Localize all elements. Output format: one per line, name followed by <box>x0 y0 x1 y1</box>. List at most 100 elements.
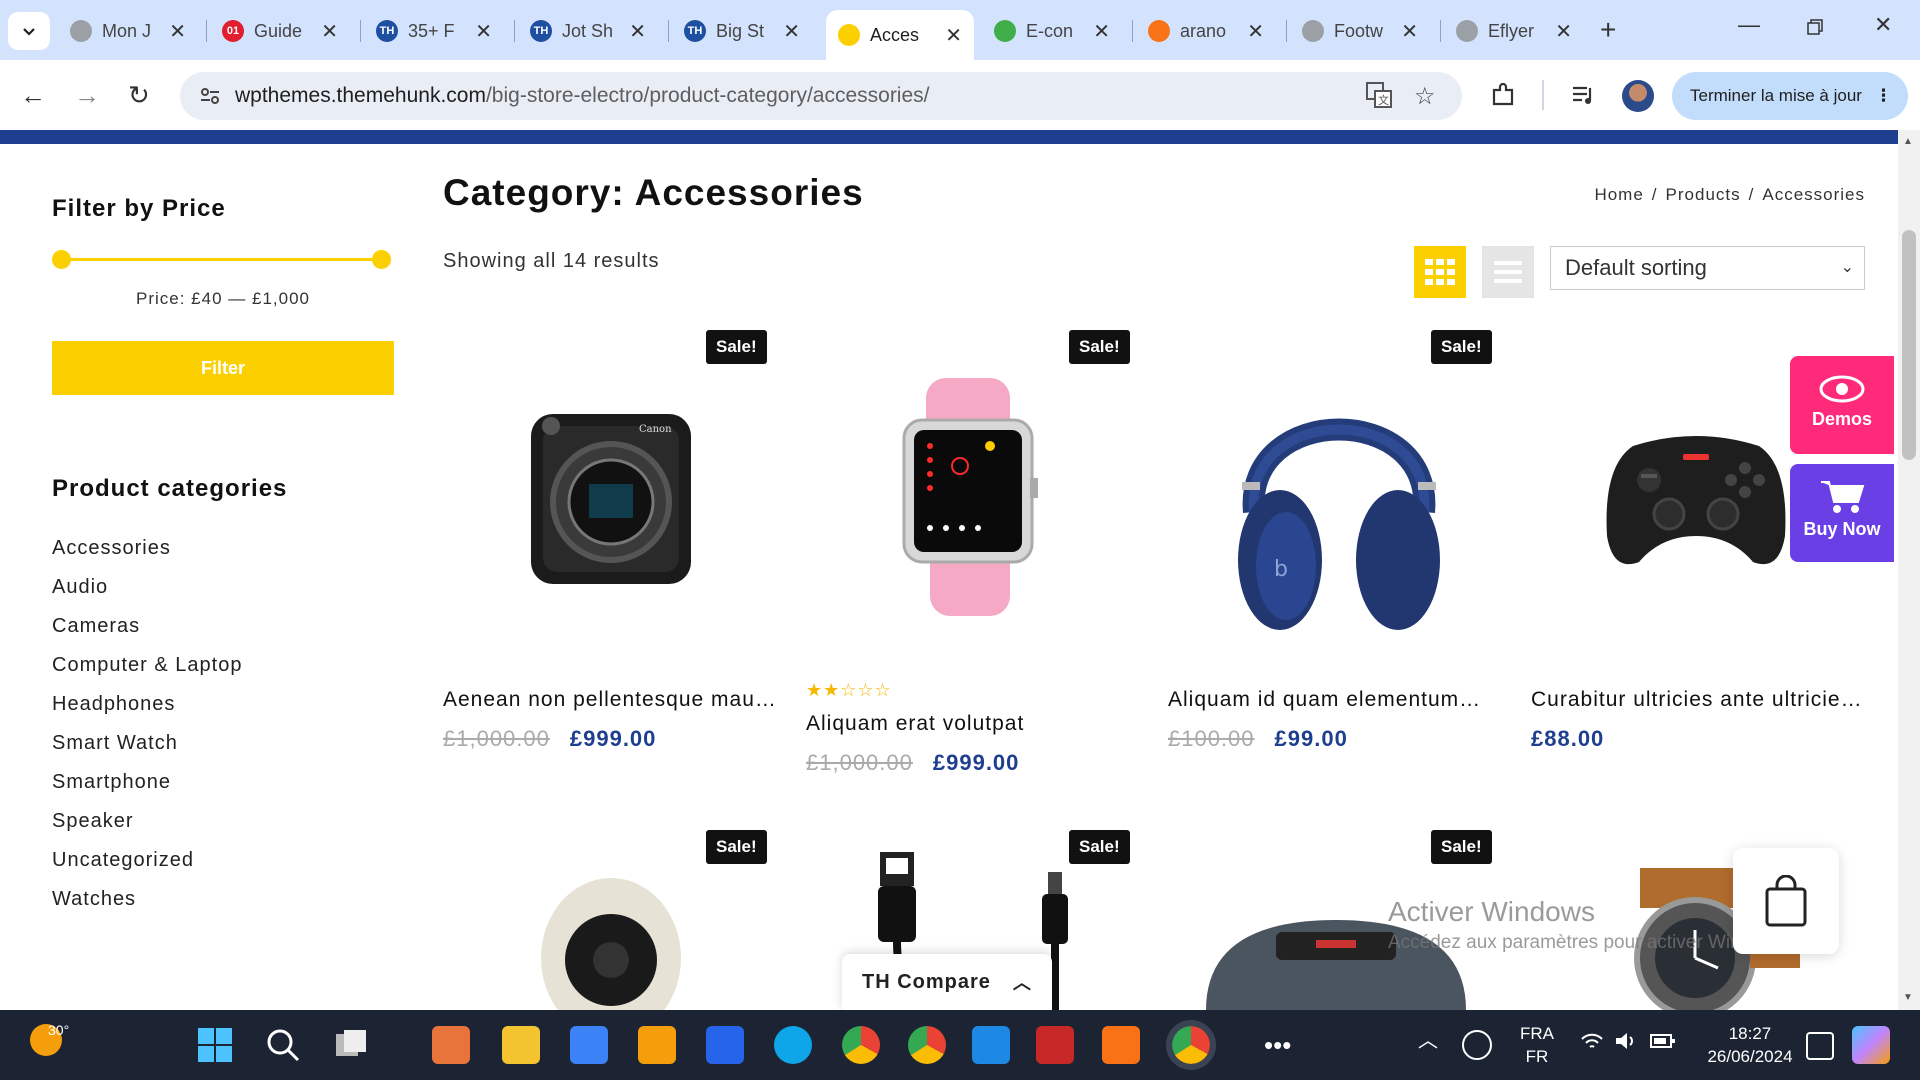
product-name[interactable]: Curabitur ultricies ante ultricie… <box>1531 688 1866 712</box>
close-tab-icon[interactable]: ✕ <box>1247 19 1264 44</box>
category-link[interactable]: Headphones <box>52 693 394 732</box>
tab-search-button[interactable] <box>8 12 50 50</box>
category-link[interactable]: Computer & Laptop <box>52 654 394 693</box>
product-name[interactable]: Aenean non pellentesque mauris <box>443 688 778 712</box>
language-indicator[interactable]: FRA FR <box>1520 1022 1554 1068</box>
scroll-down-icon[interactable]: ▼ <box>1903 992 1913 1003</box>
restore-icon[interactable] <box>1806 16 1824 42</box>
show-hidden-icons[interactable]: ︿ <box>1418 1030 1438 1053</box>
category-link[interactable]: Smart Watch <box>52 732 394 771</box>
close-tab-icon[interactable]: ✕ <box>169 19 186 44</box>
slider-min-handle[interactable] <box>52 250 71 269</box>
profile-avatar[interactable] <box>1622 80 1654 112</box>
browser-tab[interactable]: Mon J ✕ <box>58 10 198 52</box>
weather-widget[interactable]: 30° <box>30 1022 69 1056</box>
product-image[interactable] <box>536 868 686 1010</box>
chrome-icon[interactable] <box>842 1026 880 1064</box>
browser-tab[interactable]: arano ✕ <box>1136 10 1276 52</box>
media-queue-icon[interactable] <box>1570 82 1596 115</box>
menu-dots-icon[interactable]: ⋮ <box>1875 86 1892 106</box>
browser-tab[interactable]: E-con ✕ <box>982 10 1122 52</box>
task-view-icon[interactable] <box>332 1026 370 1064</box>
translate-icon[interactable]: 文 <box>1366 82 1392 115</box>
browser-tab[interactable]: 01 Guide ✕ <box>210 10 350 52</box>
breadcrumb-home[interactable]: Home <box>1594 185 1643 205</box>
start-menu-icon[interactable] <box>196 1026 234 1064</box>
browser-tab[interactable]: Eflyer ✕ <box>1444 10 1584 52</box>
address-bar[interactable]: wpthemes.themehunk.com/big-store-electro… <box>180 72 1462 120</box>
close-tab-icon[interactable]: ✕ <box>629 19 646 44</box>
product-name[interactable]: Aliquam id quam elementum… <box>1168 688 1503 712</box>
browser-tab[interactable]: TH 35+ F ✕ <box>364 10 504 52</box>
app-icon[interactable] <box>432 1026 470 1064</box>
filter-button[interactable]: Filter <box>52 341 394 395</box>
mail-icon[interactable] <box>570 1026 608 1064</box>
site-info-icon[interactable] <box>198 84 222 108</box>
new-tab-button[interactable]: + <box>1600 14 1616 46</box>
pdf-icon[interactable] <box>1102 1026 1140 1064</box>
floating-cart-button[interactable] <box>1733 848 1839 954</box>
grid-view-button[interactable] <box>1414 246 1466 298</box>
minimize-icon[interactable]: — <box>1738 12 1760 38</box>
notifications-icon[interactable] <box>1806 1032 1834 1060</box>
edge-icon[interactable] <box>774 1026 812 1064</box>
more-apps-icon[interactable]: ••• <box>1264 1030 1291 1061</box>
product-image[interactable] <box>890 378 1046 616</box>
close-tab-icon[interactable]: ✕ <box>1555 19 1572 44</box>
reload-icon[interactable]: ↻ <box>128 80 150 111</box>
volume-icon[interactable] <box>1614 1030 1638 1058</box>
browser-tab[interactable]: Acces ✕ <box>826 10 974 60</box>
battery-icon[interactable] <box>1650 1032 1676 1056</box>
page-scrollbar[interactable]: ▲ ▼ <box>1898 130 1920 1010</box>
tab-title: Guide <box>254 20 303 41</box>
product-image[interactable]: b <box>1234 362 1444 638</box>
browser-tab[interactable]: Footw ✕ <box>1290 10 1430 52</box>
copilot-icon[interactable] <box>1852 1026 1890 1064</box>
bookmark-star-icon[interactable]: ☆ <box>1414 82 1436 111</box>
close-window-icon[interactable]: ✕ <box>1874 12 1892 38</box>
compare-toggle[interactable]: TH Compare ︿ <box>842 954 1052 1010</box>
filezilla-icon[interactable] <box>1036 1026 1074 1064</box>
forward-arrow-icon[interactable]: → <box>74 80 100 111</box>
chrome-icon[interactable] <box>908 1026 946 1064</box>
clock[interactable]: 18:27 26/06/2024 <box>1700 1022 1800 1068</box>
scrollbar-thumb[interactable] <box>1902 230 1916 460</box>
chrome-active-icon[interactable] <box>1166 1020 1216 1070</box>
wifi-icon[interactable] <box>1580 1032 1604 1058</box>
category-link[interactable]: Accessories <box>52 537 394 576</box>
close-tab-icon[interactable]: ✕ <box>945 23 962 48</box>
category-link[interactable]: Cameras <box>52 615 394 654</box>
app-icon[interactable] <box>706 1026 744 1064</box>
sync-icon[interactable] <box>1462 1030 1492 1060</box>
close-tab-icon[interactable]: ✕ <box>321 19 338 44</box>
file-explorer-icon[interactable] <box>502 1026 540 1064</box>
scroll-up-icon[interactable]: ▲ <box>1903 136 1913 147</box>
product-image[interactable]: Canon <box>521 404 701 594</box>
slider-max-handle[interactable] <box>372 250 391 269</box>
close-tab-icon[interactable]: ✕ <box>783 19 800 44</box>
category-link[interactable]: Audio <box>52 576 394 615</box>
product-name[interactable]: Aliquam erat volutpat <box>806 712 1141 736</box>
category-link[interactable]: Smartphone <box>52 771 394 810</box>
vscode-icon[interactable] <box>972 1026 1010 1064</box>
browser-tab[interactable]: TH Jot Sh ✕ <box>518 10 658 52</box>
close-tab-icon[interactable]: ✕ <box>1401 19 1418 44</box>
sort-dropdown[interactable]: Default sorting ⌄ <box>1550 246 1865 290</box>
category-link[interactable]: Watches <box>52 888 394 927</box>
category-link[interactable]: Speaker <box>52 810 394 849</box>
browser-tab[interactable]: TH Big St ✕ <box>672 10 812 52</box>
search-icon[interactable] <box>264 1026 302 1064</box>
update-profile-button[interactable]: Terminer la mise à jour ⋮ <box>1672 72 1908 120</box>
extensions-icon[interactable] <box>1490 82 1516 115</box>
close-tab-icon[interactable]: ✕ <box>475 19 492 44</box>
breadcrumb-products[interactable]: Products <box>1666 185 1741 205</box>
close-tab-icon[interactable]: ✕ <box>1093 19 1110 44</box>
product-image[interactable] <box>1603 426 1789 572</box>
demos-button[interactable]: Demos <box>1790 356 1894 454</box>
back-arrow-icon[interactable]: ← <box>20 80 46 111</box>
sublime-text-icon[interactable] <box>638 1026 676 1064</box>
buy-now-button[interactable]: Buy Now <box>1790 464 1894 562</box>
category-link[interactable]: Uncategorized <box>52 849 394 888</box>
price-range-slider[interactable] <box>52 245 391 275</box>
list-view-button[interactable] <box>1482 246 1534 298</box>
